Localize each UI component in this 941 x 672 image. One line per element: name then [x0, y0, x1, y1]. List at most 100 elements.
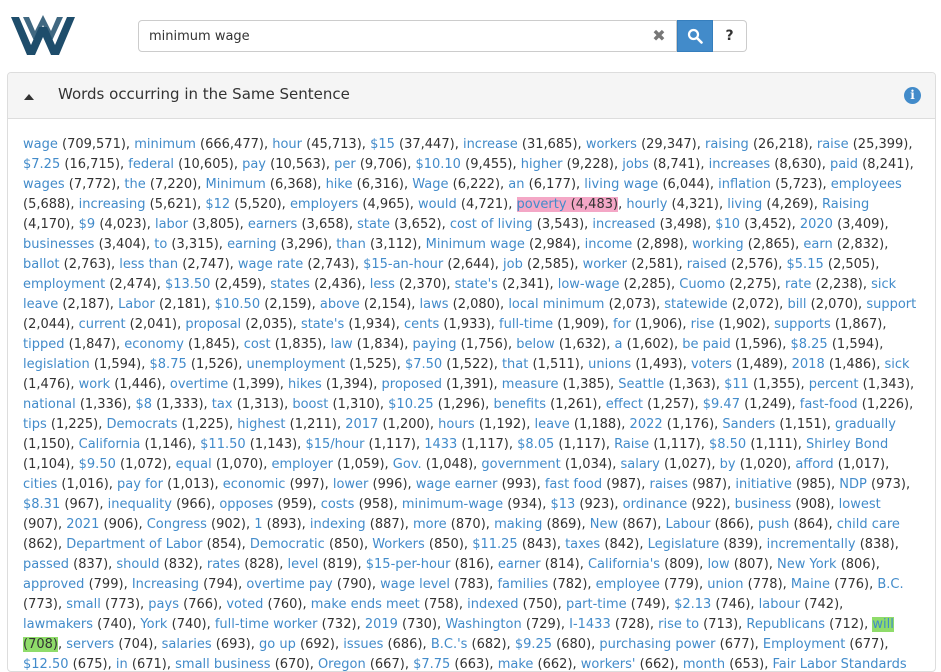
word-link[interactable]: per: [334, 157, 356, 172]
word-link[interactable]: 1433: [424, 437, 457, 452]
word-link[interactable]: less than: [119, 257, 178, 272]
word-link[interactable]: $10.50: [215, 297, 261, 312]
word-link[interactable]: B.C.'s: [431, 637, 468, 652]
collapse-toggle-icon[interactable]: [22, 89, 36, 103]
word-link[interactable]: raised: [687, 257, 727, 272]
word-link[interactable]: I-1433: [569, 617, 611, 632]
word-link[interactable]: income: [585, 237, 633, 252]
word-link[interactable]: poverty: [517, 197, 567, 212]
word-link[interactable]: Democrats: [107, 417, 178, 432]
word-link[interactable]: local minimum: [508, 297, 604, 312]
word-link[interactable]: above: [320, 297, 360, 312]
word-link[interactable]: an: [508, 177, 524, 192]
word-link[interactable]: increase: [463, 137, 518, 152]
word-link[interactable]: lawmakers: [23, 617, 93, 632]
word-link[interactable]: making: [494, 517, 542, 532]
word-link[interactable]: inflation: [718, 177, 771, 192]
word-link[interactable]: lower: [333, 477, 369, 492]
word-link[interactable]: sick: [885, 357, 910, 372]
word-link[interactable]: rates: [207, 557, 240, 572]
word-link[interactable]: workers: [586, 137, 637, 152]
word-link[interactable]: incrementally: [767, 537, 856, 552]
word-link[interactable]: wage level: [380, 577, 450, 592]
word-link[interactable]: proposed: [382, 377, 443, 392]
word-link[interactable]: Congress: [147, 517, 207, 532]
word-link[interactable]: $12: [205, 197, 230, 212]
word-link[interactable]: than: [336, 237, 366, 252]
word-link[interactable]: NDP: [839, 477, 867, 492]
word-link[interactable]: living: [727, 197, 762, 212]
word-link[interactable]: employee: [596, 577, 660, 592]
word-link[interactable]: indexing: [310, 517, 366, 532]
word-link[interactable]: ordinance: [623, 497, 688, 512]
word-link[interactable]: $9.50: [79, 457, 116, 472]
word-link[interactable]: child care: [837, 517, 900, 532]
word-link[interactable]: employers: [290, 197, 358, 212]
word-link[interactable]: should: [116, 557, 159, 572]
word-link[interactable]: Raising: [822, 197, 869, 212]
word-link[interactable]: Labour: [665, 517, 710, 532]
word-link[interactable]: jobs: [622, 157, 649, 172]
word-link[interactable]: state's: [301, 317, 344, 332]
word-link[interactable]: salaries: [162, 637, 212, 652]
word-link[interactable]: Labor: [118, 297, 155, 312]
word-link[interactable]: statewide: [664, 297, 727, 312]
word-link[interactable]: $10.10: [415, 157, 461, 172]
word-link[interactable]: Maine: [791, 577, 830, 592]
word-link[interactable]: union: [707, 577, 743, 592]
word-link[interactable]: $7.25: [23, 157, 60, 172]
search-button[interactable]: [677, 20, 713, 52]
word-link[interactable]: bill: [787, 297, 806, 312]
word-link[interactable]: California: [79, 437, 141, 452]
word-link[interactable]: measure: [502, 377, 559, 392]
word-link[interactable]: Shirley Bond: [806, 437, 888, 452]
word-link[interactable]: law: [330, 337, 352, 352]
word-link[interactable]: $15/hour: [305, 437, 364, 452]
word-link[interactable]: increasing: [79, 197, 146, 212]
word-link[interactable]: less: [370, 277, 395, 292]
word-link[interactable]: month: [683, 657, 725, 671]
word-link[interactable]: servers: [66, 637, 114, 652]
word-link[interactable]: New: [590, 517, 618, 532]
word-link[interactable]: paying: [412, 337, 456, 352]
word-link[interactable]: $10.25: [388, 397, 434, 412]
word-link[interactable]: overtime: [170, 377, 228, 392]
word-link[interactable]: opposes: [219, 497, 273, 512]
word-link[interactable]: supports: [774, 317, 831, 332]
word-link[interactable]: full-time: [499, 317, 553, 332]
help-button[interactable]: ?: [713, 20, 747, 52]
word-link[interactable]: higher: [521, 157, 563, 172]
word-link[interactable]: $13: [550, 497, 575, 512]
word-link[interactable]: small business: [175, 657, 270, 671]
word-link[interactable]: 2017: [345, 417, 378, 432]
word-link[interactable]: laws: [420, 297, 449, 312]
word-link[interactable]: $15-per-hour: [366, 557, 451, 572]
word-link[interactable]: $8.05: [517, 437, 554, 452]
word-link[interactable]: cost: [244, 337, 271, 352]
word-link[interactable]: families: [497, 577, 548, 592]
word-link[interactable]: voted: [226, 597, 263, 612]
word-link[interactable]: current: [79, 317, 126, 332]
word-link[interactable]: Minimum: [206, 177, 266, 192]
word-link[interactable]: California's: [588, 557, 660, 572]
word-link[interactable]: Democratic: [250, 537, 325, 552]
word-link[interactable]: hourly: [626, 197, 667, 212]
word-link[interactable]: labour: [759, 597, 800, 612]
word-link[interactable]: New York: [777, 557, 837, 572]
word-link[interactable]: gradually: [835, 417, 896, 432]
word-link[interactable]: raise: [817, 137, 849, 152]
word-link[interactable]: inequality: [108, 497, 172, 512]
word-link[interactable]: would: [418, 197, 457, 212]
word-link[interactable]: employees: [831, 177, 902, 192]
word-link[interactable]: $8.31: [23, 497, 60, 512]
word-link[interactable]: workers': [581, 657, 636, 671]
word-link[interactable]: earners: [248, 217, 297, 232]
word-link[interactable]: cents: [404, 317, 439, 332]
word-link[interactable]: lowest: [839, 497, 881, 512]
word-link[interactable]: $9.47: [703, 397, 740, 412]
word-link[interactable]: 2018: [792, 357, 825, 372]
word-link[interactable]: $15-an-hour: [363, 257, 443, 272]
word-link[interactable]: living wage: [584, 177, 658, 192]
word-link[interactable]: support: [866, 297, 916, 312]
word-link[interactable]: businesses: [23, 237, 94, 252]
